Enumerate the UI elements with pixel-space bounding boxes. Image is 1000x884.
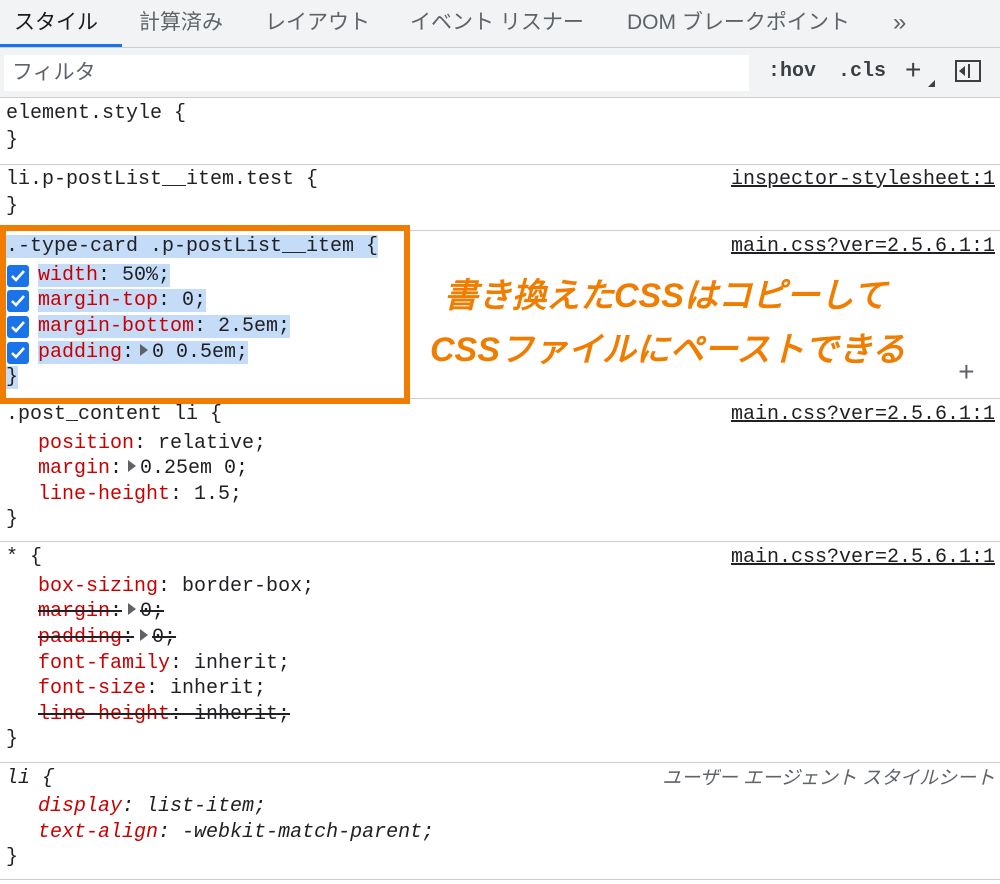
rule-post-content-li: .post_content li { main.css?ver=2.5.6.1:…	[0, 399, 1000, 542]
tab-styles[interactable]: スタイル	[14, 0, 98, 47]
more-tabs-icon[interactable]: »	[893, 0, 906, 47]
tab-layout[interactable]: レイアウト	[265, 0, 370, 47]
rule-user-agent-li: li { ユーザー エージェント スタイルシート display: list-i…	[0, 763, 1000, 880]
expand-shorthand-icon[interactable]	[128, 459, 137, 472]
declaration: text-align: -webkit-match-parent;	[38, 821, 435, 844]
rule-source-link[interactable]: main.css?ver=2.5.6.1:1	[731, 545, 995, 571]
dropdown-corner-icon	[928, 80, 935, 87]
rule-selector: li {	[6, 767, 55, 790]
toggle-sidebar-icon[interactable]	[955, 60, 981, 82]
rule-element-style: element.style { }	[0, 98, 1000, 165]
rule-universal: * { main.css?ver=2.5.6.1:1 box-sizing: b…	[0, 542, 1000, 763]
declaration[interactable]: margin: 0.25em 0;	[38, 456, 248, 482]
annotation-text-line1: 書き換えたCSSはコピーして	[444, 277, 887, 315]
rule-selector[interactable]: element.style {	[6, 101, 186, 127]
declaration[interactable]: position: relative;	[38, 431, 266, 457]
rule-source-link[interactable]: inspector-stylesheet:1	[731, 167, 995, 193]
rule-inspector-stylesheet: li.p-postList__item.test { inspector-sty…	[0, 165, 1000, 231]
rule-close-brace: }	[6, 508, 19, 531]
declaration[interactable]: font-family: inherit;	[38, 651, 290, 677]
rule-close-brace: }	[6, 129, 19, 152]
filter-input[interactable]	[4, 55, 749, 91]
rule-source-label: ユーザー エージェント スタイルシート	[662, 768, 995, 789]
annotation-text-line2: CSSファイルにペーストできる	[430, 331, 906, 369]
new-style-rule-button[interactable]: +	[905, 52, 921, 88]
styles-toolbar: :hov .cls +	[0, 48, 1000, 98]
overridden-declaration[interactable]: padding: 0;	[38, 625, 176, 651]
declaration[interactable]: line-height: 1.5;	[38, 482, 242, 508]
rule-selector[interactable]: * {	[6, 545, 42, 571]
panel-tab-bar: スタイル 計算済み レイアウト イベント リスナー DOM ブレークポイント »	[0, 0, 1000, 48]
rule-close-brace: }	[6, 195, 19, 218]
overridden-declaration[interactable]: margin: 0;	[38, 599, 164, 625]
rule-source-link[interactable]: main.css?ver=2.5.6.1:1	[731, 402, 995, 428]
rule-source-link[interactable]: main.css?ver=2.5.6.1:1	[731, 234, 995, 260]
declaration[interactable]: box-sizing: border-box;	[38, 574, 314, 600]
add-declaration-button[interactable]: +	[958, 361, 975, 389]
cls-button[interactable]: .cls	[838, 60, 886, 83]
declaration: display: list-item;	[38, 795, 267, 818]
tab-computed[interactable]: 計算済み	[139, 0, 223, 47]
tab-event-listeners[interactable]: イベント リスナー	[410, 0, 584, 47]
hov-button[interactable]: :hov	[768, 60, 816, 83]
declaration[interactable]: font-size: inherit;	[38, 676, 266, 702]
expand-shorthand-icon[interactable]	[140, 628, 149, 641]
tab-dom-breakpoints[interactable]: DOM ブレークポイント	[627, 0, 850, 47]
rule-close-brace: }	[6, 846, 19, 869]
active-tab-indicator	[0, 44, 122, 47]
rule-close-brace: }	[6, 728, 19, 751]
expand-shorthand-icon[interactable]	[128, 602, 137, 615]
overridden-declaration[interactable]: line-height: inherit;	[38, 702, 290, 728]
annotation-highlight-box	[0, 225, 410, 404]
rule-selector[interactable]: li.p-postList__item.test {	[6, 167, 318, 193]
rule-selector[interactable]: .post_content li {	[6, 402, 222, 428]
